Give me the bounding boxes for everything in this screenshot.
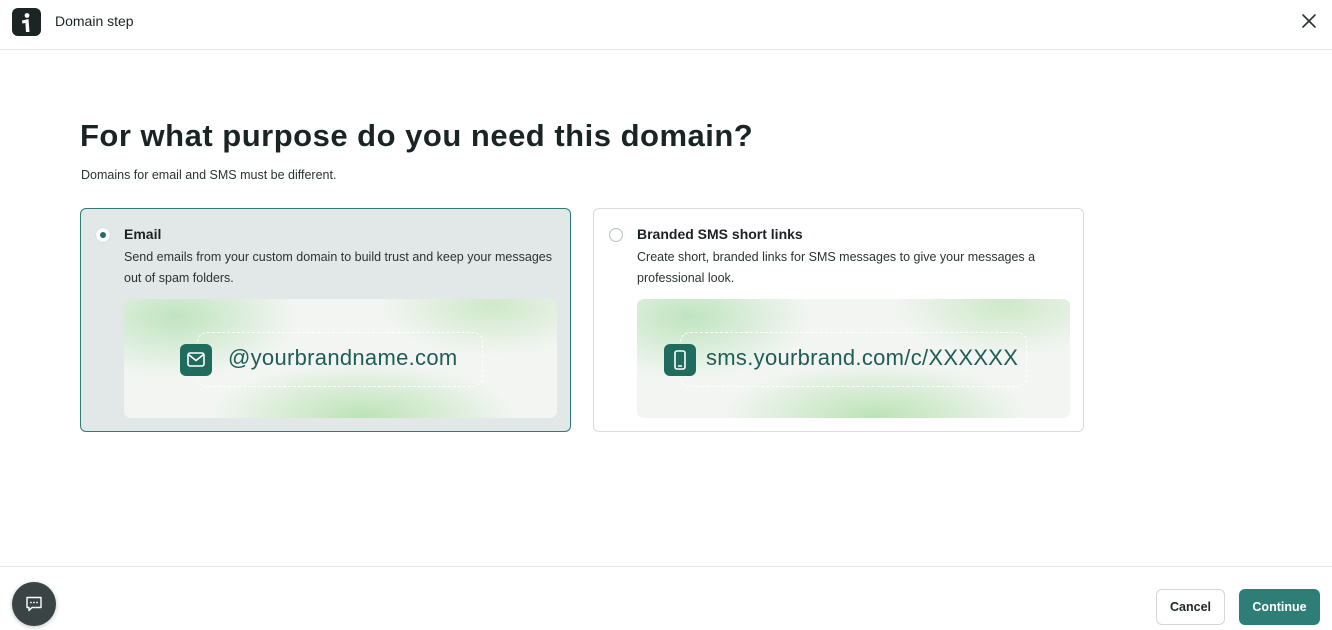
email-preview: @yourbrandname.com xyxy=(124,299,557,418)
footer-bar: Cancel Continue xyxy=(0,566,1332,630)
continue-button[interactable]: Continue xyxy=(1239,589,1320,625)
email-radio[interactable] xyxy=(96,228,110,242)
sms-option-card[interactable]: Branded SMS short links Create short, br… xyxy=(593,208,1084,432)
question-heading: For what purpose do you need this domain… xyxy=(80,118,754,153)
page-title: Domain step xyxy=(55,13,134,29)
sms-preview-text: sms.yourbrand.com/c/XXXXXX xyxy=(706,345,1019,370)
email-option-description: Send emails from your custom domain to b… xyxy=(124,250,552,285)
sms-preview: sms.yourbrand.com/c/XXXXXX xyxy=(637,299,1070,418)
phone-icon xyxy=(664,344,696,376)
sms-option-title: Branded SMS short links xyxy=(637,226,803,242)
email-option-card[interactable]: Email Send emails from your custom domai… xyxy=(80,208,571,432)
chat-icon[interactable] xyxy=(12,582,56,626)
cancel-button[interactable]: Cancel xyxy=(1156,589,1225,625)
brand-logo-icon xyxy=(12,8,41,36)
envelope-icon xyxy=(180,344,212,376)
close-icon[interactable] xyxy=(1300,12,1318,30)
sms-radio[interactable] xyxy=(609,228,623,242)
question-subheading: Domains for email and SMS must be differ… xyxy=(81,168,337,182)
email-option-title: Email xyxy=(124,226,162,242)
email-preview-text: @yourbrandname.com xyxy=(228,345,458,370)
sms-option-description: Create short, branded links for SMS mess… xyxy=(637,250,1036,285)
top-bar: Domain step xyxy=(0,0,1332,50)
